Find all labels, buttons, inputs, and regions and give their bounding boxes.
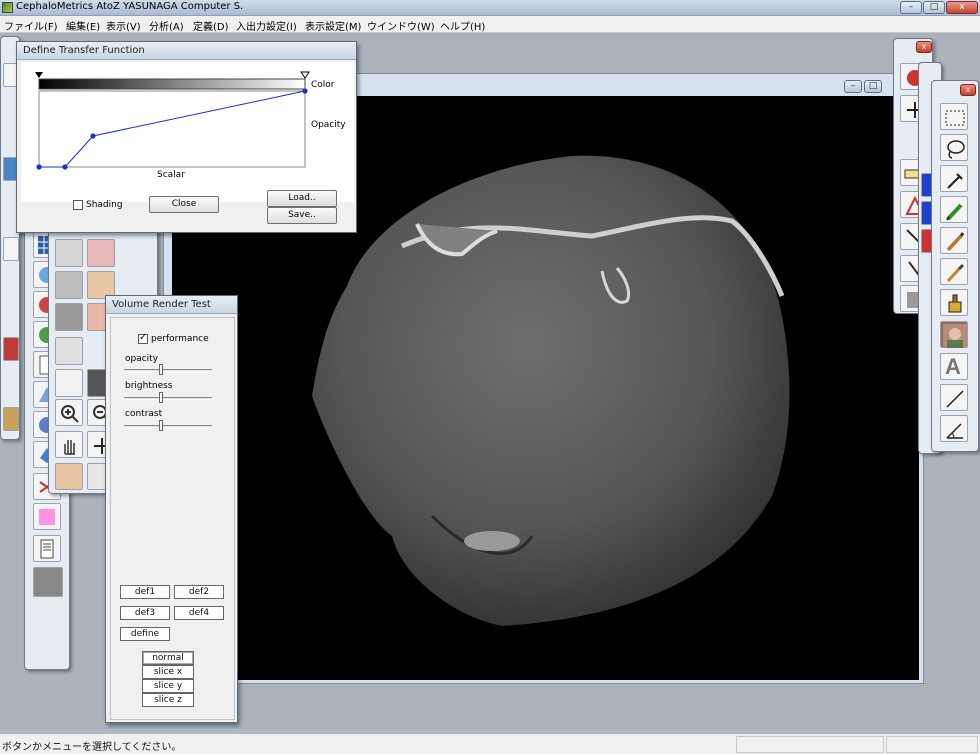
save-button[interactable]: Save.. — [267, 207, 337, 224]
scalar-axis-label: Scalar — [157, 170, 185, 180]
tool-palette-right-front: x A — [931, 80, 979, 452]
opacity-axis-label: Opacity — [311, 120, 346, 130]
hand-pan-icon[interactable] — [55, 431, 83, 458]
color-label: Color — [311, 80, 335, 90]
menu-analysis[interactable]: 分析(A) — [149, 18, 184, 33]
menu-bar: ファイル(F) 編集(E) 表示(V) 分析(A) 定義(D) 入出力設定(I)… — [0, 16, 980, 33]
hand-xray-icon[interactable] — [55, 303, 83, 331]
paintbrush-icon[interactable] — [940, 258, 968, 285]
opacity-label: opacity — [125, 354, 159, 364]
transfer-function-graph[interactable] — [21, 62, 354, 202]
palette-close-front-icon[interactable]: x — [960, 84, 976, 96]
eyedropper-icon[interactable] — [940, 165, 968, 192]
app-titlebar: CephaloMetrics AtoZ YASUNAGA Computer S.… — [0, 0, 980, 16]
skull-3d-icon[interactable] — [55, 369, 83, 397]
color-stop-white-icon — [300, 71, 310, 79]
status-bar: ボタンかメニューを選択してください。 — [0, 733, 980, 754]
angle-tool-icon[interactable] — [940, 415, 968, 442]
transfer-function-editor[interactable]: Color Opacity Scalar — [21, 62, 354, 202]
viewer-maximize-button[interactable]: □ — [864, 80, 882, 93]
palette-tool-d-icon[interactable] — [3, 337, 19, 361]
mode-normal[interactable]: normal — [142, 651, 194, 665]
menu-display-settings[interactable]: 表示設定(M) — [305, 18, 361, 33]
symmetry-tool-icon[interactable] — [33, 503, 61, 530]
xray-thumbnail-icon[interactable] — [33, 567, 63, 597]
menu-io-settings[interactable]: 入出力設定(I) — [236, 18, 297, 33]
performance-check-icon: ✓ — [139, 332, 148, 343]
shading-checkbox[interactable] — [73, 200, 83, 210]
palette-tool-c-icon[interactable] — [3, 237, 19, 261]
performance-label: performance — [151, 334, 209, 344]
teeth-view-icon[interactable] — [55, 239, 83, 267]
shading-label: Shading — [86, 200, 123, 210]
zoom-in-icon[interactable] — [55, 399, 83, 426]
status-pane-2 — [886, 736, 978, 753]
palette-close-icon[interactable]: x — [916, 41, 932, 53]
opacity-slider[interactable] — [124, 369, 212, 372]
color-gradient-bar — [38, 78, 306, 90]
mode-slice-y[interactable]: slice y — [142, 679, 194, 693]
mode-slice-z[interactable]: slice z — [142, 693, 194, 707]
report-tool-icon[interactable] — [33, 535, 61, 562]
menu-file[interactable]: ファイル(F) — [4, 18, 58, 33]
performance-checkbox[interactable]: ✓ — [138, 332, 148, 344]
menu-view[interactable]: 表示(V) — [106, 18, 141, 33]
brightness-label: brightness — [125, 381, 173, 391]
brush-icon[interactable] — [940, 227, 968, 254]
volume-render-dialog: Volume Render Test ✓ performance opacity… — [105, 295, 238, 723]
status-pane-1 — [736, 736, 884, 753]
def3-button[interactable]: def3 — [120, 606, 170, 620]
color-stop-black-icon — [35, 72, 43, 78]
define-button[interactable]: define — [120, 627, 170, 641]
palette-tool-e-icon[interactable] — [3, 407, 19, 431]
close-dialog-button[interactable]: Close — [149, 196, 219, 213]
menu-define[interactable]: 定義(D) — [193, 18, 229, 33]
def1-button[interactable]: def1 — [120, 585, 170, 599]
opacity-slider-thumb[interactable] — [158, 364, 163, 375]
marquee-select-icon[interactable] — [940, 103, 968, 130]
dental-cast-icon[interactable] — [55, 337, 83, 365]
photo-thumbnail-icon[interactable] — [940, 321, 968, 348]
mode-slice-x[interactable]: slice x — [142, 665, 194, 679]
def4-button[interactable]: def4 — [174, 606, 224, 620]
line-tool-icon[interactable] — [940, 384, 968, 411]
menu-edit[interactable]: 編集(E) — [66, 18, 100, 33]
def2-button[interactable]: def2 — [174, 585, 224, 599]
text-tool-icon[interactable]: A — [940, 353, 968, 380]
transfer-dialog-title: Define Transfer Function — [23, 45, 145, 56]
transfer-dialog-titlebar: Define Transfer Function — [17, 42, 356, 60]
close-window-button[interactable]: x — [946, 1, 978, 14]
brightness-slider[interactable] — [124, 397, 212, 400]
load-button[interactable]: Load.. — [267, 190, 337, 207]
mouth-view-icon[interactable] — [87, 239, 115, 267]
pencil-icon[interactable] — [940, 196, 968, 223]
xray-front-icon[interactable] — [55, 271, 83, 299]
contrast-slider-thumb[interactable] — [158, 420, 163, 431]
menu-help[interactable]: ヘルプ(H) — [440, 18, 485, 33]
window-title: CephaloMetrics AtoZ YASUNAGA Computer S. — [16, 1, 244, 12]
app-logo-icon — [2, 2, 13, 13]
menu-window[interactable]: ウインドウ(W) — [367, 18, 435, 33]
brightness-slider-thumb[interactable] — [158, 392, 163, 403]
transfer-function-dialog: Define Transfer Function Color Opacity S… — [16, 41, 357, 233]
lasso-icon[interactable] — [940, 134, 968, 161]
paint-bucket-icon[interactable] — [940, 289, 968, 316]
viewer-minimize-button[interactable]: – — [844, 80, 862, 93]
volume-dialog-title: Volume Render Test — [112, 299, 211, 310]
face-compare-icon[interactable] — [55, 463, 83, 490]
status-message: ボタンかメニューを選択してください。 — [2, 742, 182, 753]
maximize-button[interactable]: □ — [923, 1, 945, 14]
contrast-label: contrast — [125, 409, 163, 419]
minimize-button[interactable]: – — [900, 1, 922, 14]
volume-dialog-titlebar: Volume Render Test — [106, 296, 237, 314]
opacity-plot-area — [38, 90, 306, 168]
contrast-slider[interactable] — [124, 425, 212, 428]
